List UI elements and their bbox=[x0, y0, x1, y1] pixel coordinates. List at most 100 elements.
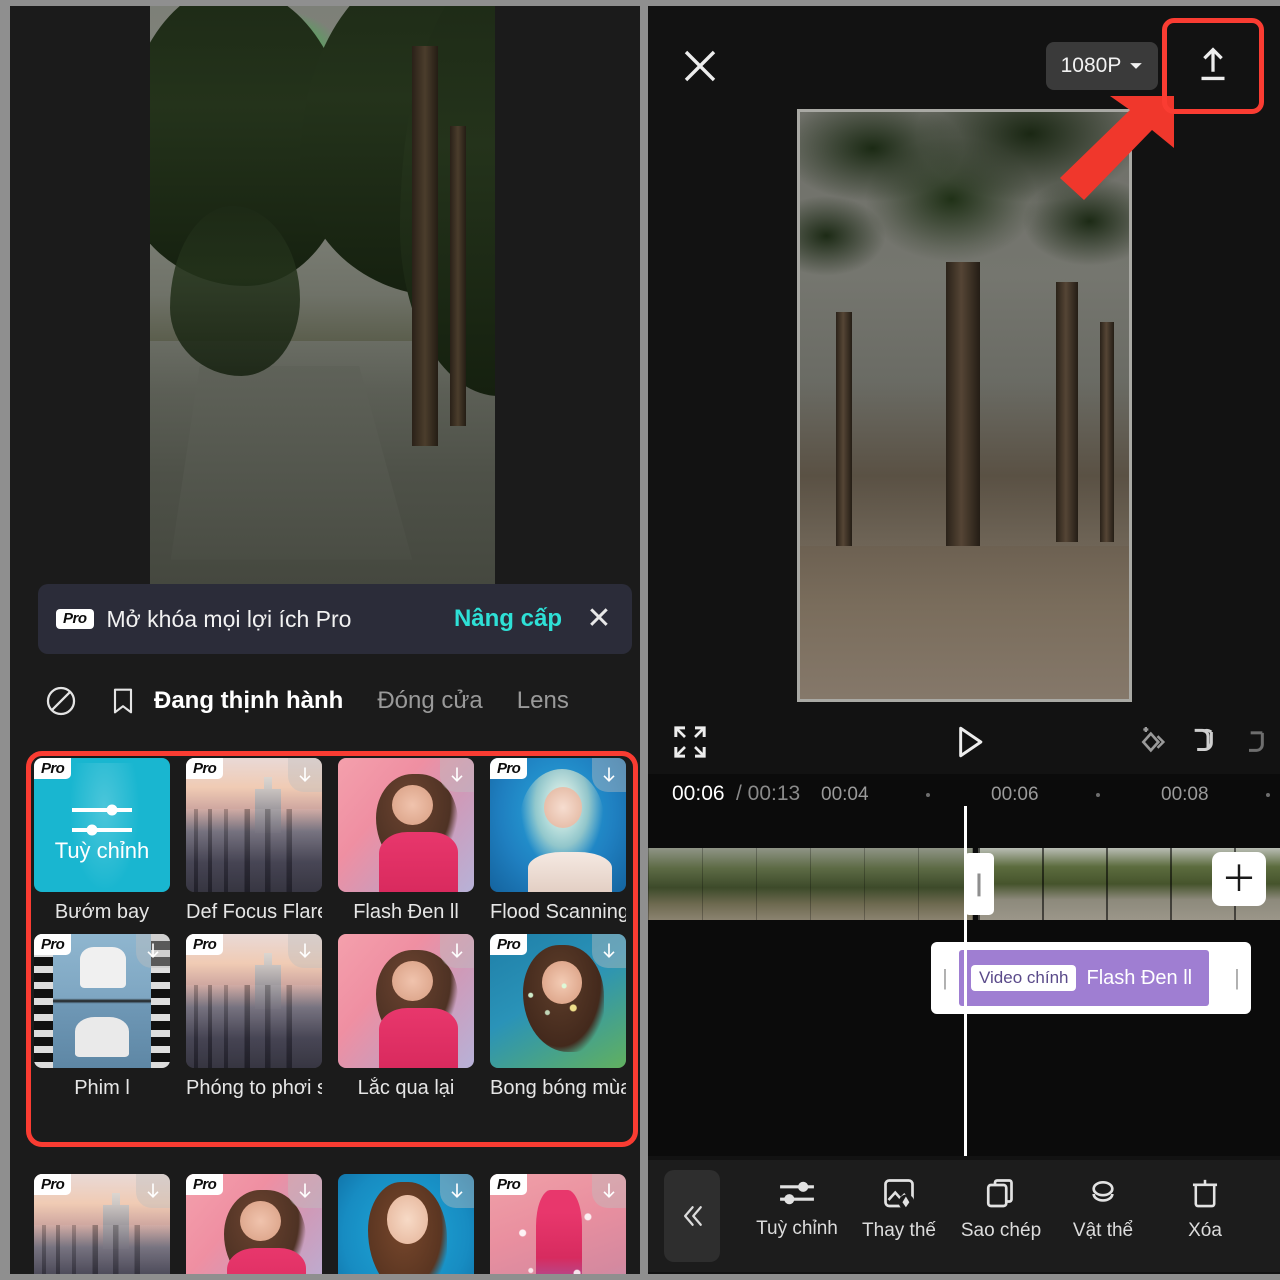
resolution-selector[interactable]: 1080P bbox=[1046, 42, 1158, 90]
upgrade-link[interactable]: Nâng cấp bbox=[454, 605, 562, 633]
effect-thumbnail[interactable] bbox=[338, 1174, 474, 1274]
tab-trending[interactable]: Đang thịnh hành bbox=[154, 687, 343, 715]
pro-badge: Pro bbox=[490, 934, 528, 955]
effect-label: Phim l bbox=[74, 1077, 130, 1099]
replace-image-icon bbox=[884, 1179, 915, 1211]
bookmark-icon[interactable] bbox=[92, 685, 154, 717]
add-keyframe-icon[interactable] bbox=[1130, 722, 1170, 767]
effect-item[interactable]: Pro Phim l bbox=[34, 934, 170, 1100]
effect-item[interactable]: Flash Đen ll bbox=[338, 758, 474, 924]
preview-ground bbox=[800, 546, 1129, 699]
chevron-down-icon bbox=[1130, 63, 1143, 69]
download-icon[interactable] bbox=[440, 934, 474, 968]
effect-item[interactable] bbox=[338, 1174, 474, 1274]
tool-label: Xóa bbox=[1188, 1220, 1222, 1241]
effect-trim-handle-left[interactable]: | bbox=[933, 950, 957, 1006]
play-icon[interactable] bbox=[946, 720, 990, 769]
add-clip-button[interactable]: ＋ bbox=[1212, 852, 1266, 906]
tool-label: Thay thế bbox=[862, 1220, 936, 1241]
tool-adjust[interactable]: Tuỳ chỉnh bbox=[742, 1176, 852, 1240]
clip-tag: Video chính bbox=[971, 965, 1077, 991]
pro-badge: Pro bbox=[56, 609, 94, 629]
download-icon[interactable] bbox=[592, 934, 626, 968]
tab-lens[interactable]: Lens bbox=[517, 687, 569, 715]
effect-item[interactable]: Pro Flood Scanning bbox=[490, 758, 626, 924]
current-time: 00:06 bbox=[672, 782, 725, 805]
pro-badge: Pro bbox=[34, 934, 72, 955]
undo-icon[interactable] bbox=[1183, 722, 1223, 767]
pro-badge: Pro bbox=[490, 1174, 528, 1195]
effect-item[interactable]: Pro Bong bóng mùa bbox=[490, 934, 626, 1100]
effect-item[interactable]: Pro Def Focus Flare bbox=[186, 758, 322, 924]
effect-thumbnail[interactable]: Pro bbox=[490, 758, 626, 892]
object-layers-icon bbox=[1092, 1180, 1114, 1202]
pro-badge: Pro bbox=[186, 1174, 224, 1195]
right-panel-editor: 1080P 00:06 / 00:13 00:04 00:06 00:08 | … bbox=[648, 0, 1280, 1280]
effect-label: Flash Đen ll bbox=[353, 901, 459, 923]
tool-delete[interactable]: Xóa bbox=[1150, 1176, 1260, 1242]
effects-grid-row3: Pro Pro Pro bbox=[34, 1174, 626, 1274]
effect-thumbnail[interactable]: Pro bbox=[186, 934, 322, 1068]
left-video-preview[interactable] bbox=[150, 6, 495, 584]
upload-icon bbox=[1201, 47, 1225, 81]
effect-thumbnail[interactable]: Tuỳ chỉnh Pro bbox=[34, 758, 170, 892]
close-icon[interactable] bbox=[676, 42, 724, 90]
total-time-value: 00:13 bbox=[747, 782, 801, 805]
playhead[interactable] bbox=[964, 806, 967, 1156]
sliders-icon bbox=[34, 804, 170, 836]
effect-item[interactable]: Pro bbox=[34, 1174, 170, 1274]
effect-item[interactable]: Pro bbox=[490, 1174, 626, 1274]
ruler-minor-tick bbox=[926, 793, 930, 797]
ruler-tick: 00:06 bbox=[991, 784, 1039, 805]
sliders-icon bbox=[780, 1181, 814, 1205]
effect-thumbnail[interactable]: Pro bbox=[34, 934, 170, 1068]
effect-center-label: Tuỳ chỉnh bbox=[54, 838, 150, 864]
effect-thumbnail[interactable]: Pro bbox=[34, 1174, 170, 1274]
frame-edge-left bbox=[0, 0, 10, 1280]
pro-badge: Pro bbox=[34, 1174, 72, 1195]
effect-item[interactable]: Pro Phóng to phơi sa bbox=[186, 934, 322, 1100]
redo-icon[interactable] bbox=[1234, 722, 1274, 767]
download-icon[interactable] bbox=[136, 934, 170, 968]
download-icon[interactable] bbox=[440, 758, 474, 792]
effect-thumbnail[interactable]: Pro bbox=[186, 758, 322, 892]
effect-thumbnail[interactable] bbox=[338, 934, 474, 1068]
effect-item[interactable]: Tuỳ chỉnh Pro Bướm bay bbox=[34, 758, 170, 924]
download-icon[interactable] bbox=[288, 934, 322, 968]
effect-trim-handle-right[interactable]: | bbox=[1225, 950, 1249, 1006]
chevron-double-left-icon bbox=[684, 1206, 702, 1226]
download-icon[interactable] bbox=[136, 1174, 170, 1208]
effect-clip-track[interactable]: | Video chính Flash Đen ll | bbox=[931, 942, 1251, 1014]
download-icon[interactable] bbox=[288, 758, 322, 792]
effect-item[interactable]: Pro bbox=[186, 1174, 322, 1274]
preview-trunk bbox=[412, 46, 438, 446]
effect-label: Lắc qua lại bbox=[357, 1077, 455, 1099]
clip-trim-handle[interactable]: | bbox=[964, 853, 994, 915]
tab-closing[interactable]: Đóng cửa bbox=[377, 687, 482, 715]
pro-upsell-banner[interactable]: Pro Mở khóa mọi lợi ích Pro Nâng cấp ✕ bbox=[38, 584, 632, 654]
tool-copy[interactable]: Sao chép bbox=[946, 1176, 1056, 1242]
effect-thumbnail[interactable] bbox=[338, 758, 474, 892]
download-icon[interactable] bbox=[592, 1174, 626, 1208]
ruler-tick: 00:08 bbox=[1161, 784, 1209, 805]
fullscreen-icon[interactable] bbox=[670, 722, 710, 767]
video-clip-a[interactable] bbox=[648, 848, 973, 920]
close-icon[interactable]: ✕ bbox=[584, 604, 614, 634]
effect-label: Phóng to phơi sa bbox=[186, 1077, 322, 1099]
pro-badge: Pro bbox=[186, 934, 224, 955]
effect-item[interactable]: Lắc qua lại bbox=[338, 934, 474, 1100]
preview-trunk bbox=[1100, 322, 1114, 542]
effect-label: Def Focus Flare bbox=[186, 901, 322, 923]
collapse-panel-button[interactable] bbox=[664, 1170, 720, 1262]
effect-thumbnail[interactable]: Pro bbox=[490, 1174, 626, 1274]
download-icon[interactable] bbox=[440, 1174, 474, 1208]
download-icon[interactable] bbox=[288, 1174, 322, 1208]
effect-thumbnail[interactable]: Pro bbox=[186, 1174, 322, 1274]
effect-clip[interactable]: Video chính Flash Đen ll bbox=[959, 950, 1209, 1006]
download-icon[interactable] bbox=[592, 758, 626, 792]
effect-thumbnail[interactable]: Pro bbox=[490, 934, 626, 1068]
red-arrow-icon bbox=[1060, 96, 1174, 200]
tool-object[interactable]: Vật thể bbox=[1048, 1176, 1158, 1242]
no-effect-icon[interactable] bbox=[30, 684, 92, 718]
tool-replace[interactable]: Thay thế bbox=[844, 1176, 954, 1242]
